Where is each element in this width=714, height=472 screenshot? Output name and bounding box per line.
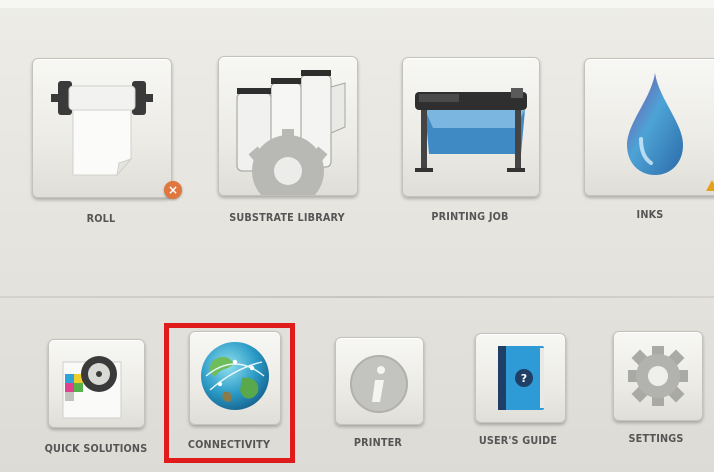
printer-icon: [415, 88, 527, 172]
settings-label: SETTINGS: [628, 432, 684, 445]
settings-tile[interactable]: [613, 331, 703, 421]
users-guide-label: USER'S GUIDE: [478, 434, 558, 447]
substrate-library-tile[interactable]: [218, 56, 358, 196]
printing-job-tile[interactable]: [402, 57, 540, 197]
roll-label: ROLL: [86, 212, 116, 225]
printing-job-label: PRINTING JOB: [431, 210, 509, 223]
substrate-library-label: SUBSTRATE LIBRARY: [229, 211, 345, 224]
ink-drop-icon: [627, 73, 683, 175]
substrate-library-icon: [236, 70, 346, 195]
guide-book-icon: ?: [498, 346, 544, 410]
quick-solutions-icon: [62, 356, 122, 419]
users-guide-tile[interactable]: ?: [475, 333, 566, 423]
printer-tile[interactable]: [335, 337, 424, 425]
info-icon: [350, 355, 408, 413]
quick-solutions-tile[interactable]: [48, 339, 145, 428]
inks-label: INKS: [636, 208, 664, 221]
printer-label: PRINTER: [353, 436, 403, 449]
svg-text:?: ?: [521, 372, 527, 385]
roll-icon: [51, 81, 153, 177]
gear-icon: [628, 346, 688, 406]
section-divider: [0, 296, 714, 298]
home-screen: × ROLL SUBSTRATE LIBRARY PRINTING JOB IN…: [0, 0, 714, 472]
roll-tile[interactable]: [32, 58, 172, 198]
connectivity-highlight-box: [164, 323, 295, 463]
screen-top-edge: [0, 0, 714, 8]
inks-warning-icon: [706, 180, 714, 191]
quick-solutions-label: QUICK SOLUTIONS: [44, 442, 148, 455]
roll-error-badge: ×: [164, 181, 182, 199]
inks-tile[interactable]: [584, 58, 714, 196]
